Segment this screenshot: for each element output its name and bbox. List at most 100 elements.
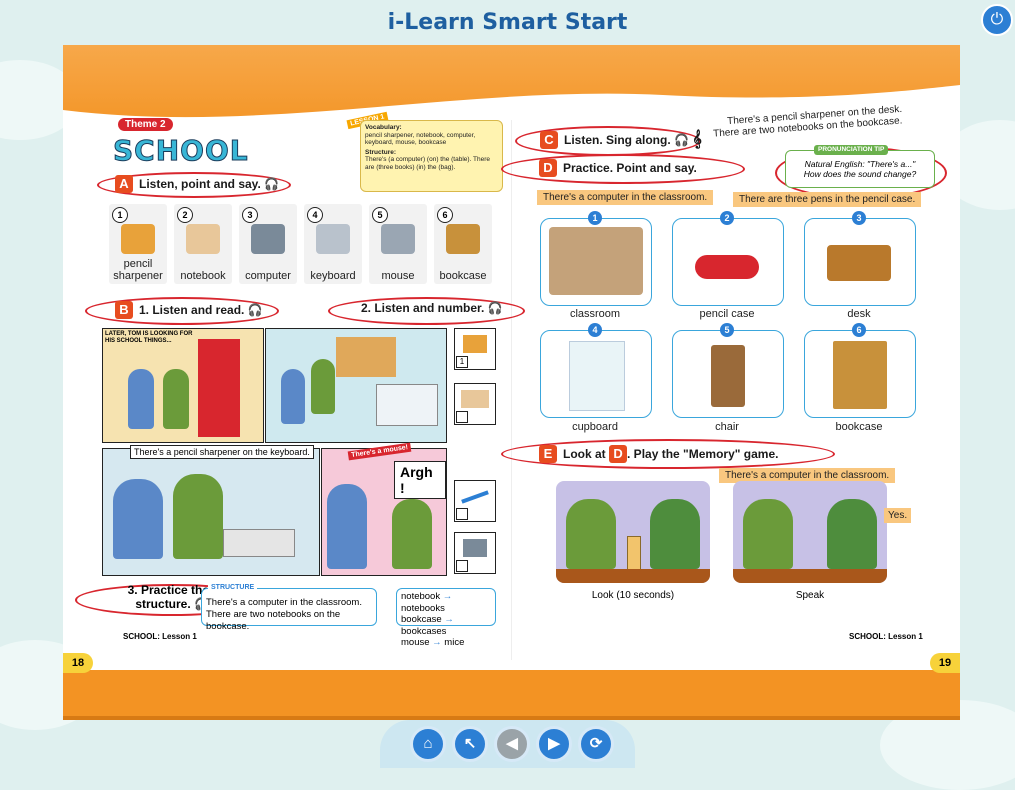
boy-character xyxy=(311,359,335,414)
robot-character xyxy=(327,484,367,569)
vocab-card-1[interactable]: 1 pencil sharpener xyxy=(109,204,167,284)
pencil-sharpener-image xyxy=(121,224,155,254)
pencil-case-image xyxy=(695,255,759,279)
answer-number[interactable] xyxy=(456,411,468,423)
vocab-number: 4 xyxy=(307,207,323,223)
photo-label: pencil case xyxy=(699,308,755,320)
vocab-label: mouse xyxy=(381,270,415,282)
comic-panel-4: There's a mouse! Argh ! xyxy=(321,442,447,576)
photo-label: classroom xyxy=(569,308,621,320)
page-number-left: 18 xyxy=(63,653,93,673)
photo-card-3[interactable]: 3 xyxy=(804,211,916,306)
vocab-structure-box: Vocabulary: pencil sharpener, notebook, … xyxy=(360,120,503,192)
pen-thumb xyxy=(461,490,489,504)
section-b-header[interactable]: B 1. Listen and read. 🎧 xyxy=(115,301,263,319)
theme-title: SCHOOL xyxy=(113,134,249,168)
boy-character xyxy=(566,499,616,569)
plurals-box: notebook → notebooks bookcase → bookcase… xyxy=(396,588,496,648)
photo-number: 5 xyxy=(720,323,734,337)
answer-box-pencil-sharpener[interactable]: 1 xyxy=(454,328,496,370)
vocab-label: bookcase xyxy=(439,270,487,282)
robot-character xyxy=(128,369,154,429)
book-spread: Theme 2 SCHOOL LESSON 1 Vocabulary: penc… xyxy=(63,45,960,720)
comic-shout: Argh ! xyxy=(394,461,446,499)
section-b2-header[interactable]: 2. Listen and number. 🎧 xyxy=(361,301,503,315)
vocab-card-2[interactable]: 2 notebook xyxy=(174,204,232,284)
footer-right: SCHOOL: Lesson 1 xyxy=(849,632,923,641)
practice-header[interactable]: 3. Practice the structure. 🎧 xyxy=(99,583,209,611)
bookcase-image xyxy=(833,341,887,409)
boy-character xyxy=(650,499,700,569)
audio-icon[interactable]: 🎧 xyxy=(248,303,263,317)
section-e-title-pre: Look at xyxy=(563,447,606,461)
audio-icon[interactable]: 🎧 xyxy=(674,133,689,147)
answer-number[interactable]: 1 xyxy=(456,356,468,368)
plural-row: bookcase → bookcases xyxy=(401,614,454,637)
answer-number[interactable] xyxy=(456,508,468,520)
notebook-image xyxy=(186,224,220,254)
vocab-label: pencil sharpener xyxy=(113,258,163,282)
section-a-header[interactable]: A Listen, point and say. 🎧 xyxy=(115,175,279,193)
section-b-title2: 2. Listen and number. xyxy=(361,301,485,315)
photo-number: 3 xyxy=(852,211,866,225)
structure-line: There are two notebooks on the bookcase. xyxy=(206,609,341,632)
photo-card-4[interactable]: 4 xyxy=(540,323,652,418)
boy-character xyxy=(163,369,189,429)
desk-image xyxy=(827,245,891,281)
answer-box-pen[interactable] xyxy=(454,480,496,522)
power-button[interactable]: ⏻ xyxy=(981,4,1013,36)
plural-form: mice xyxy=(444,637,465,648)
vocab-card-3[interactable]: 3 computer xyxy=(239,204,297,284)
comic-panel-3: There's a pencil sharpener on the keyboa… xyxy=(102,445,320,576)
photo-card-1[interactable]: 1 xyxy=(540,211,652,306)
vocab-card-5[interactable]: 5 mouse xyxy=(369,204,427,284)
speech-callout: There's a computer in the classroom. xyxy=(537,190,714,205)
photo-card-5[interactable]: 5 xyxy=(672,323,784,418)
photo-card-6[interactable]: 6 xyxy=(804,323,916,418)
boy-character xyxy=(743,499,793,569)
robot-character xyxy=(113,479,163,559)
section-e-letter: E xyxy=(539,445,557,463)
comic-panel-2 xyxy=(265,328,447,443)
theme-badge: Theme 2 xyxy=(118,118,173,131)
audio-icon[interactable]: 🎧 xyxy=(488,301,503,315)
keyboard-image xyxy=(316,224,350,254)
section-d-header[interactable]: D Practice. Point and say. xyxy=(539,159,697,177)
memory-game-image-speak xyxy=(733,481,887,583)
vocab-number: 5 xyxy=(372,207,388,223)
mouse-image xyxy=(381,224,415,254)
section-d-letter: D xyxy=(539,159,557,177)
refresh-button[interactable]: ⟳ xyxy=(578,726,614,762)
memory-game-image-look xyxy=(556,481,710,583)
page-number-right: 19 xyxy=(930,653,960,673)
pencil-sharpener-thumb xyxy=(463,335,487,353)
memory-caption: Speak xyxy=(795,590,825,601)
back-button[interactable]: ↖ xyxy=(452,726,488,762)
home-icon: ⌂ xyxy=(423,735,433,752)
robot-character xyxy=(281,369,305,424)
next-button[interactable]: ▶ xyxy=(536,726,572,762)
previous-button[interactable]: ◀ xyxy=(494,726,530,762)
vocab-card-4[interactable]: 4 keyboard xyxy=(304,204,362,284)
vocab-number: 6 xyxy=(437,207,453,223)
comic-caption: There's a pencil sharpener on the keyboa… xyxy=(130,445,314,459)
structure-tag: STRUCTURE xyxy=(208,582,258,594)
photo-number: 4 xyxy=(588,323,602,337)
home-button[interactable]: ⌂ xyxy=(410,726,446,762)
section-b-letter: B xyxy=(115,301,133,319)
section-e-header[interactable]: E Look at D. Play the "Memory" game. xyxy=(539,445,778,463)
vocab-card-6[interactable]: 6 bookcase xyxy=(434,204,492,284)
answer-box-notebook[interactable] xyxy=(454,383,496,425)
photo-label: desk xyxy=(847,308,871,320)
section-e-title-post: . Play the "Memory" game. xyxy=(627,447,779,461)
notebook-thumb xyxy=(461,390,489,408)
photo-card-2[interactable]: 2 xyxy=(672,211,784,306)
structure-heading: Structure: xyxy=(365,148,397,156)
answer-number[interactable] xyxy=(456,560,468,572)
audio-icon[interactable]: 🎧 xyxy=(264,177,279,191)
section-c-header[interactable]: C Listen. Sing along. 🎧 𝄞 xyxy=(540,131,702,149)
vocab-label: computer xyxy=(245,270,291,282)
answer-box-computer[interactable] xyxy=(454,532,496,574)
structure-box: STRUCTURE There's a computer in the clas… xyxy=(201,582,377,632)
plural-singular: bookcase xyxy=(401,614,442,625)
